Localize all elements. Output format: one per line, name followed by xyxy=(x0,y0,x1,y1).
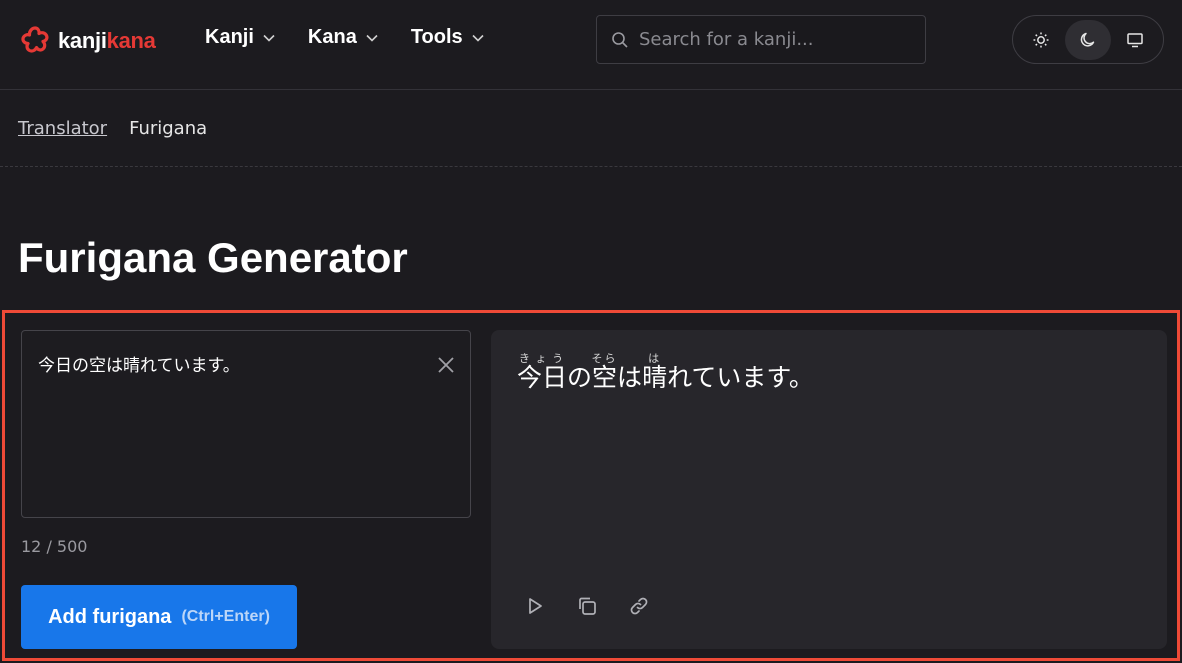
chevron-down-icon xyxy=(472,34,484,42)
output-actions xyxy=(521,592,677,620)
clear-icon[interactable] xyxy=(436,355,456,375)
add-furigana-button[interactable]: Add furigana (Ctrl+Enter) xyxy=(21,585,297,649)
theme-system-button[interactable] xyxy=(1112,20,1158,60)
copy-icon xyxy=(579,597,596,615)
copy-button[interactable] xyxy=(573,592,601,620)
flower-logo-icon xyxy=(21,26,49,53)
furigana-output: 今日きょうの空そらは晴はれています。 xyxy=(491,330,1167,649)
chevron-down-icon xyxy=(263,34,275,42)
search-box[interactable] xyxy=(596,15,926,64)
theme-light-button[interactable] xyxy=(1018,20,1064,60)
nav-kanji[interactable]: Kanji xyxy=(205,26,276,49)
output-text: 今日きょうの空そらは晴はれています。 xyxy=(517,352,814,392)
play-button[interactable] xyxy=(521,592,549,620)
search-icon xyxy=(612,31,628,48)
breadcrumb-divider xyxy=(0,166,1182,167)
nav-tools[interactable]: Tools xyxy=(411,26,485,49)
moon-icon xyxy=(1080,32,1095,47)
play-icon xyxy=(529,598,542,614)
nav-kana[interactable]: Kana xyxy=(308,26,379,49)
japanese-text-input[interactable] xyxy=(22,331,470,517)
ruby-segment: 今日きょう xyxy=(517,352,568,392)
breadcrumb-current: Furigana xyxy=(129,118,208,139)
site-logo[interactable]: kanjikana xyxy=(18,24,156,58)
theme-dark-button[interactable] xyxy=(1064,19,1111,60)
breadcrumb: Translator Furigana xyxy=(18,118,207,139)
page-title: Furigana Generator xyxy=(18,234,408,281)
site-header: kanjikana Kanji Kana Tools xyxy=(0,0,1182,90)
chevron-down-icon xyxy=(366,34,378,42)
share-link-button[interactable] xyxy=(625,592,653,620)
ruby-segment: 空そら xyxy=(591,352,618,392)
ruby-segment: 晴は xyxy=(642,352,668,392)
sun-icon xyxy=(1033,32,1049,47)
character-count: 12 / 500 xyxy=(21,537,88,556)
logo-wordmark: kanjikana xyxy=(58,28,156,53)
input-box xyxy=(21,330,471,518)
theme-switcher xyxy=(1012,15,1164,64)
search-input[interactable] xyxy=(639,29,909,50)
monitor-icon xyxy=(1127,32,1144,47)
furigana-tool: 12 / 500 Add furigana (Ctrl+Enter) 今日きょう… xyxy=(2,310,1180,661)
main-nav: Kanji Kana Tools xyxy=(205,26,517,49)
breadcrumb-translator-link[interactable]: Translator xyxy=(18,118,107,139)
link-icon xyxy=(630,597,648,615)
